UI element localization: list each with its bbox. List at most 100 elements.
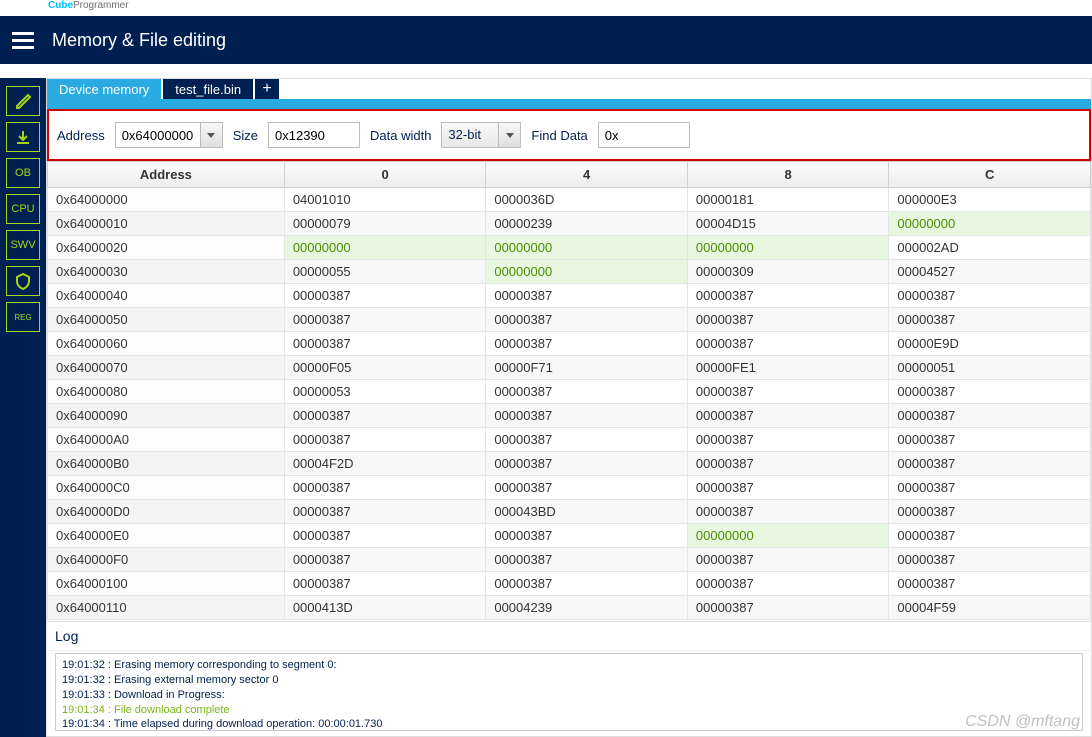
data-cell[interactable]: 00000387 bbox=[284, 284, 486, 308]
data-cell[interactable]: 0000413D bbox=[284, 596, 486, 620]
sidebar-cpu[interactable]: CPU bbox=[6, 194, 40, 224]
address-cell[interactable]: 0x64000090 bbox=[48, 404, 285, 428]
data-cell[interactable]: 00000000 bbox=[486, 236, 688, 260]
data-cell[interactable]: 00000079 bbox=[284, 212, 486, 236]
data-cell[interactable]: 00000239 bbox=[486, 212, 688, 236]
data-cell[interactable]: 00000387 bbox=[687, 284, 889, 308]
data-cell[interactable]: 00000387 bbox=[284, 476, 486, 500]
memory-grid-wrap[interactable]: Address048C 0x64000000040010100000036D00… bbox=[47, 161, 1091, 621]
data-cell[interactable]: 00000387 bbox=[486, 284, 688, 308]
datawidth-dropdown[interactable] bbox=[499, 122, 521, 148]
size-input[interactable] bbox=[268, 122, 360, 148]
sidebar-reg[interactable]: REG bbox=[6, 302, 40, 332]
data-cell[interactable]: 00000387 bbox=[284, 500, 486, 524]
address-cell[interactable]: 0x640000C0 bbox=[48, 476, 285, 500]
data-cell[interactable]: 00000387 bbox=[687, 380, 889, 404]
data-cell[interactable]: 00000053 bbox=[284, 380, 486, 404]
address-cell[interactable]: 0x640000F0 bbox=[48, 548, 285, 572]
data-cell[interactable]: 00000000 bbox=[284, 236, 486, 260]
address-cell[interactable]: 0x640000E0 bbox=[48, 524, 285, 548]
data-cell[interactable]: 00000387 bbox=[687, 572, 889, 596]
data-cell[interactable]: 00000F05 bbox=[284, 356, 486, 380]
data-cell[interactable]: 00000387 bbox=[687, 548, 889, 572]
address-cell[interactable]: 0x64000100 bbox=[48, 572, 285, 596]
hamburger-menu[interactable] bbox=[0, 17, 46, 63]
address-cell[interactable]: 0x64000110 bbox=[48, 596, 285, 620]
data-cell[interactable]: 00000387 bbox=[486, 548, 688, 572]
col-header[interactable]: C bbox=[889, 162, 1091, 188]
data-cell[interactable]: 000043BD bbox=[486, 500, 688, 524]
data-cell[interactable]: 00000387 bbox=[889, 572, 1091, 596]
data-cell[interactable]: 00000387 bbox=[687, 404, 889, 428]
address-cell[interactable]: 0x64000040 bbox=[48, 284, 285, 308]
datawidth-select[interactable]: 32-bit bbox=[441, 122, 499, 148]
col-header[interactable]: 8 bbox=[687, 162, 889, 188]
data-cell[interactable]: 00000051 bbox=[889, 356, 1091, 380]
data-cell[interactable]: 00000387 bbox=[284, 524, 486, 548]
data-cell[interactable]: 00000055 bbox=[284, 260, 486, 284]
data-cell[interactable]: 00000000 bbox=[486, 260, 688, 284]
data-cell[interactable]: 00004D15 bbox=[687, 212, 889, 236]
address-cell[interactable]: 0x640000A0 bbox=[48, 428, 285, 452]
data-cell[interactable]: 00000387 bbox=[889, 548, 1091, 572]
col-header[interactable]: Address bbox=[48, 162, 285, 188]
data-cell[interactable]: 00000387 bbox=[889, 500, 1091, 524]
address-cell[interactable]: 0x64000000 bbox=[48, 188, 285, 212]
data-cell[interactable]: 00000000 bbox=[687, 236, 889, 260]
data-cell[interactable]: 000000E3 bbox=[889, 188, 1091, 212]
data-cell[interactable]: 0000036D bbox=[486, 188, 688, 212]
data-cell[interactable]: 00000387 bbox=[284, 572, 486, 596]
tab-device-memory[interactable]: Device memory bbox=[47, 79, 161, 99]
address-input[interactable] bbox=[115, 122, 201, 148]
data-cell[interactable]: 00000387 bbox=[889, 476, 1091, 500]
data-cell[interactable]: 00000387 bbox=[486, 524, 688, 548]
tab-add[interactable]: + bbox=[255, 79, 279, 99]
sidebar-secure[interactable] bbox=[6, 266, 40, 296]
data-cell[interactable]: 00000387 bbox=[889, 524, 1091, 548]
data-cell[interactable]: 00000387 bbox=[486, 452, 688, 476]
data-cell[interactable]: 00000387 bbox=[284, 332, 486, 356]
sidebar-ob[interactable]: OB bbox=[6, 158, 40, 188]
data-cell[interactable]: 00000387 bbox=[284, 404, 486, 428]
data-cell[interactable]: 04001010 bbox=[284, 188, 486, 212]
data-cell[interactable]: 00004F2D bbox=[284, 452, 486, 476]
address-cell[interactable]: 0x64000020 bbox=[48, 236, 285, 260]
data-cell[interactable]: 00000387 bbox=[889, 308, 1091, 332]
data-cell[interactable]: 00000E9D bbox=[889, 332, 1091, 356]
address-cell[interactable]: 0x64000010 bbox=[48, 212, 285, 236]
data-cell[interactable]: 00000387 bbox=[486, 572, 688, 596]
data-cell[interactable]: 00004527 bbox=[889, 260, 1091, 284]
data-cell[interactable]: 00000387 bbox=[687, 308, 889, 332]
col-header[interactable]: 0 bbox=[284, 162, 486, 188]
address-cell[interactable]: 0x64000030 bbox=[48, 260, 285, 284]
sidebar-download[interactable] bbox=[6, 122, 40, 152]
data-cell[interactable]: 00004F59 bbox=[889, 596, 1091, 620]
data-cell[interactable]: 00000FE1 bbox=[687, 356, 889, 380]
data-cell[interactable]: 00000387 bbox=[889, 404, 1091, 428]
address-dropdown[interactable] bbox=[201, 122, 223, 148]
data-cell[interactable]: 00000387 bbox=[486, 404, 688, 428]
data-cell[interactable]: 00000387 bbox=[486, 308, 688, 332]
data-cell[interactable]: 00000000 bbox=[687, 524, 889, 548]
data-cell[interactable]: 00000387 bbox=[889, 380, 1091, 404]
address-cell[interactable]: 0x64000050 bbox=[48, 308, 285, 332]
data-cell[interactable]: 00000387 bbox=[889, 284, 1091, 308]
data-cell[interactable]: 00000387 bbox=[687, 500, 889, 524]
address-cell[interactable]: 0x64000060 bbox=[48, 332, 285, 356]
data-cell[interactable]: 00000387 bbox=[687, 452, 889, 476]
address-cell[interactable]: 0x640000B0 bbox=[48, 452, 285, 476]
data-cell[interactable]: 00000309 bbox=[687, 260, 889, 284]
sidebar-swv[interactable]: SWV bbox=[6, 230, 40, 260]
col-header[interactable]: 4 bbox=[486, 162, 688, 188]
data-cell[interactable]: 00000387 bbox=[486, 428, 688, 452]
data-cell[interactable]: 00000387 bbox=[889, 428, 1091, 452]
sidebar-edit[interactable] bbox=[6, 86, 40, 116]
data-cell[interactable]: 00000387 bbox=[687, 332, 889, 356]
address-cell[interactable]: 0x64000080 bbox=[48, 380, 285, 404]
data-cell[interactable]: 00000000 bbox=[889, 212, 1091, 236]
data-cell[interactable]: 00000387 bbox=[486, 380, 688, 404]
data-cell[interactable]: 00004239 bbox=[486, 596, 688, 620]
address-cell[interactable]: 0x640000D0 bbox=[48, 500, 285, 524]
tab-file[interactable]: test_file.bin bbox=[163, 79, 253, 99]
data-cell[interactable]: 00000387 bbox=[284, 548, 486, 572]
